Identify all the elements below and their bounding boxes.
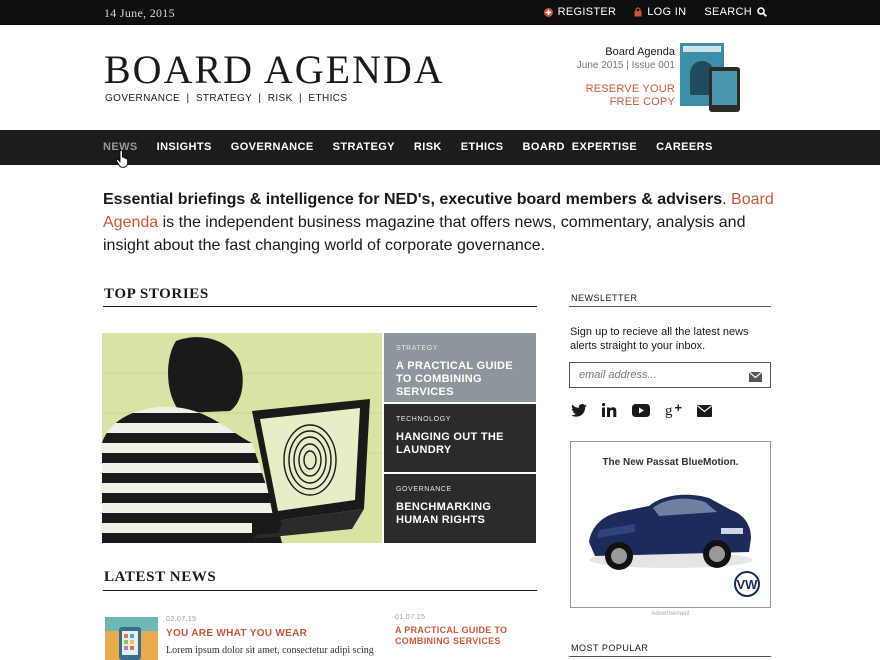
- register-link[interactable]: REGISTER: [543, 6, 617, 18]
- search-icon: [757, 7, 767, 17]
- nav-item-insights[interactable]: INSIGHTS: [157, 141, 212, 153]
- social-links: g: [571, 402, 712, 423]
- story-category: GOVERNANCE: [396, 486, 452, 493]
- site-tagline: GOVERNANCE | STRATEGY | RISK | ETHICS: [105, 93, 348, 104]
- intro-bold: Essential briefings & intelligence for N…: [103, 191, 723, 208]
- login-label: LOG IN: [647, 6, 687, 18]
- top-stories-divider: [103, 306, 537, 307]
- nav-item-board-expertise[interactable]: BOARD EXPERTISE: [523, 141, 638, 153]
- news-title[interactable]: A PRACTICAL GUIDE TO COMBINING SERVICES: [395, 625, 507, 647]
- news-date: 02.07.15: [166, 616, 197, 623]
- intro-dot: .: [722, 191, 727, 208]
- issue-meta: June 2015 | Issue 001: [576, 60, 675, 71]
- linkedin-icon[interactable]: [601, 403, 617, 422]
- story-title[interactable]: HANGING OUT THE LAUNDRY: [396, 431, 508, 457]
- current-date: 14 June, 2015: [104, 6, 175, 20]
- news-date: 01.07.15: [395, 614, 426, 621]
- svg-text:VW: VW: [737, 577, 759, 592]
- story-title[interactable]: BENCHMARKING HUMAN RIGHTS: [396, 501, 496, 527]
- site-logo[interactable]: BOARD AGENDA: [104, 50, 445, 90]
- search-label: SEARCH: [704, 6, 752, 18]
- hand-cursor-icon: [115, 149, 130, 173]
- intro-rest: is the independent business magazine tha…: [103, 214, 746, 254]
- news-title-line-1: A PRACTICAL GUIDE TO: [395, 625, 508, 635]
- nav-item-ethics[interactable]: ETHICS: [461, 141, 504, 153]
- story-category: STRATEGY: [396, 345, 439, 352]
- reserve-line-2: FREE COPY: [609, 96, 675, 108]
- mail-submit-icon[interactable]: [748, 369, 763, 387]
- top-story-card[interactable]: TECHNOLOGY HANGING OUT THE LAUNDRY: [384, 404, 536, 472]
- news-title[interactable]: YOU ARE WHAT YOU WEAR: [166, 628, 307, 639]
- register-label: REGISTER: [557, 6, 617, 18]
- account-links: REGISTER LOG IN SEARCH: [543, 6, 767, 18]
- youtube-icon[interactable]: [632, 403, 650, 422]
- nav-item-governance[interactable]: GOVERNANCE: [231, 141, 314, 153]
- news-excerpt: Lorem ipsum dolor sit amet, consectetur …: [166, 645, 374, 656]
- tablet-edition-image[interactable]: [709, 67, 740, 112]
- reserve-copy-link[interactable]: RESERVE YOUR FREE COPY: [577, 83, 675, 109]
- latest-news-heading: LATEST NEWS: [104, 569, 217, 585]
- twitter-icon[interactable]: [571, 403, 587, 422]
- most-popular-divider: [569, 656, 771, 657]
- newsletter-divider: [569, 306, 771, 307]
- advertisement-banner[interactable]: The New Passat BlueMotion. VW: [570, 441, 771, 608]
- hero-story-image[interactable]: [102, 333, 382, 543]
- most-popular-heading: MOST POPULAR: [571, 643, 649, 653]
- svg-text:g: g: [665, 403, 673, 418]
- newsletter-description: Sign up to recieve all the latest news a…: [570, 326, 749, 352]
- newsletter-form: [569, 362, 771, 388]
- google-plus-icon[interactable]: g: [665, 402, 682, 423]
- ad-headline: The New Passat BlueMotion.: [602, 457, 739, 468]
- ad-label: Advertisement: [651, 611, 690, 617]
- car-image: VW: [589, 494, 760, 597]
- nav-item-strategy[interactable]: STRATEGY: [333, 141, 395, 153]
- news-thumbnail[interactable]: [105, 617, 158, 660]
- story-title[interactable]: A PRACTICAL GUIDE TO COMBINING SERVICES: [396, 360, 524, 399]
- register-icon: [543, 7, 553, 17]
- story-category: TECHNOLOGY: [396, 416, 452, 423]
- newsletter-heading: NEWSLETTER: [571, 293, 638, 303]
- search-link[interactable]: SEARCH: [704, 6, 767, 18]
- issue-promo: Board Agenda June 2015 | Issue 001 RESER…: [577, 46, 675, 109]
- issue-title: Board Agenda: [605, 46, 675, 58]
- main-nav: NEWS INSIGHTS GOVERNANCE STRATEGY RISK E…: [0, 130, 880, 165]
- login-link[interactable]: LOG IN: [634, 6, 686, 18]
- lock-icon: [634, 7, 642, 17]
- top-story-card[interactable]: STRATEGY A PRACTICAL GUIDE TO COMBINING …: [384, 333, 536, 402]
- latest-news-divider: [103, 590, 537, 591]
- email-input[interactable]: [570, 363, 740, 387]
- top-story-card[interactable]: GOVERNANCE BENCHMARKING HUMAN RIGHTS: [384, 474, 536, 543]
- nav-item-careers[interactable]: CAREERS: [656, 141, 713, 153]
- intro-paragraph: Essential briefings & intelligence for N…: [103, 188, 783, 257]
- mail-icon[interactable]: [697, 404, 712, 422]
- top-bar: 14 June, 2015 REGISTER LOG IN SEARCH: [0, 0, 880, 25]
- news-title-line-2: COMBINING SERVICES: [395, 636, 501, 646]
- nav-item-risk[interactable]: RISK: [414, 141, 442, 153]
- top-stories-heading: TOP STORIES: [104, 286, 209, 302]
- reserve-line-1: RESERVE YOUR: [585, 83, 675, 95]
